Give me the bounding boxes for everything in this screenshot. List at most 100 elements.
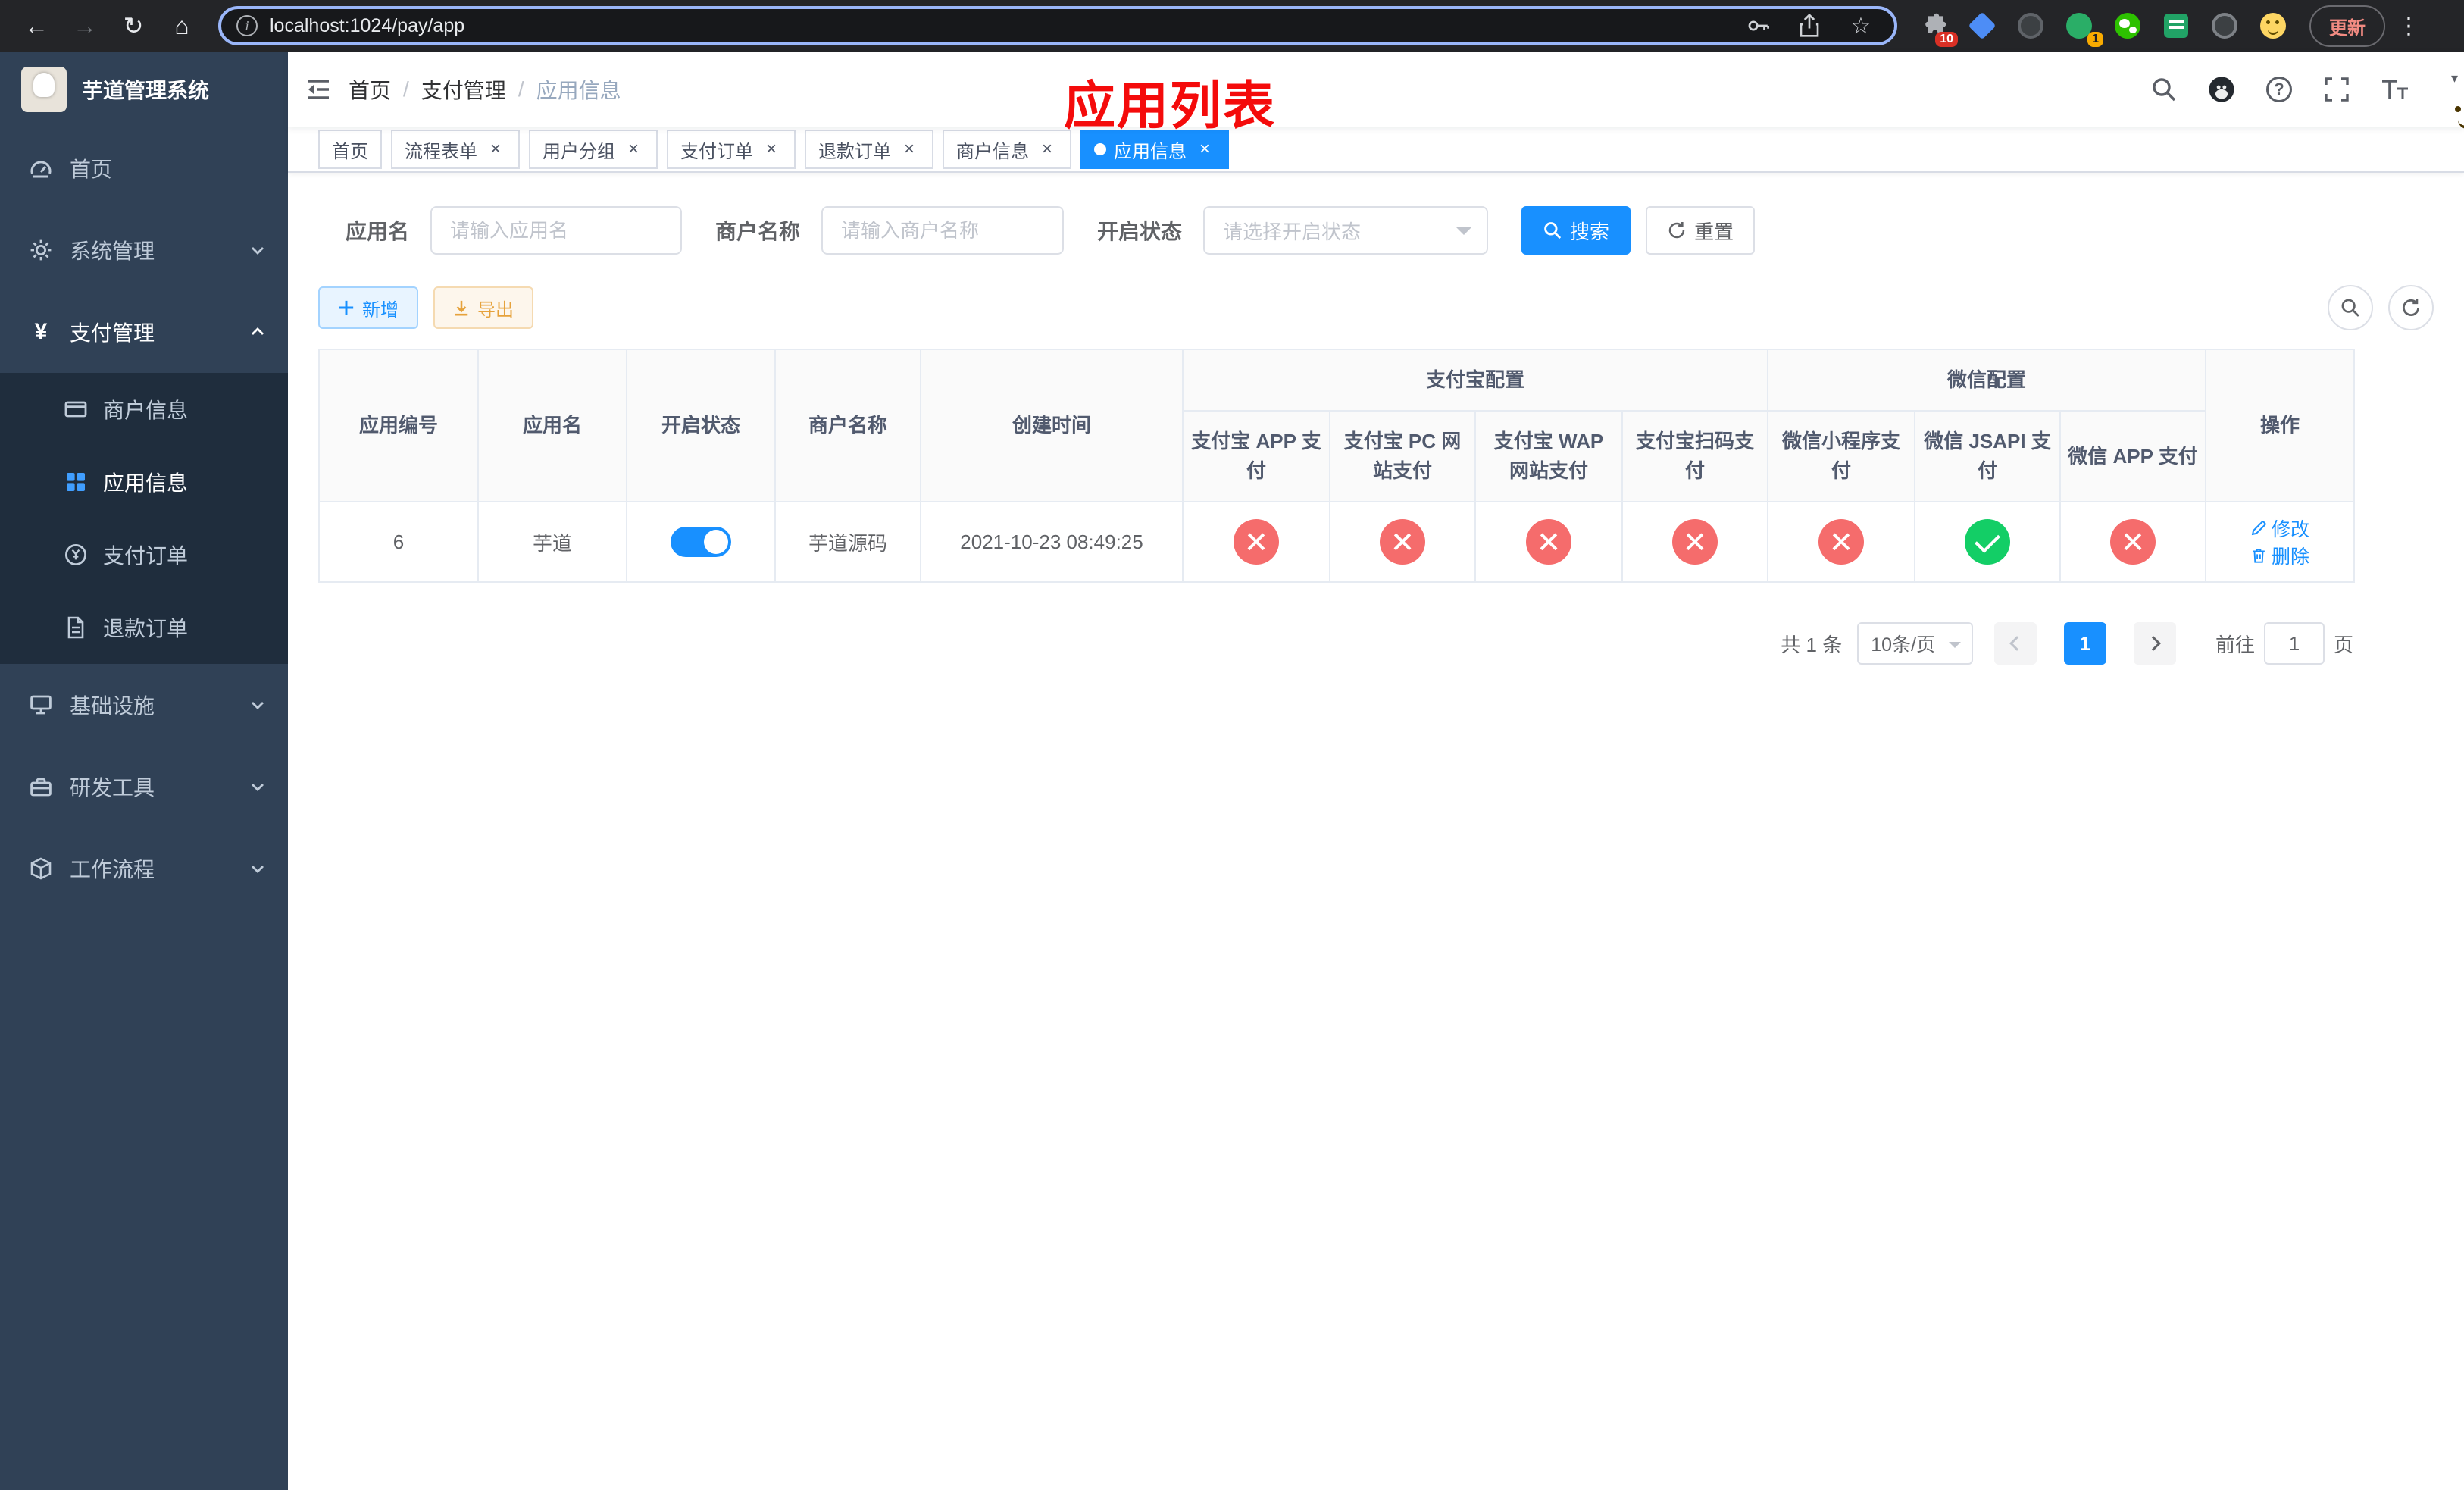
font-size-icon[interactable]: [2376, 71, 2412, 108]
sidebar-item-workflow[interactable]: 工作流程: [0, 828, 288, 909]
breadcrumb-payment[interactable]: 支付管理: [421, 74, 506, 105]
extension-dark-icon[interactable]: [2015, 11, 2046, 41]
status-toggle[interactable]: [671, 527, 731, 557]
monitor-icon: [27, 691, 55, 718]
prev-page-button[interactable]: [1993, 622, 2037, 665]
sidebar-item-app-info[interactable]: 应用信息: [0, 446, 288, 518]
browser-update-button[interactable]: 更新: [2309, 5, 2385, 47]
tab-close-icon[interactable]: ×: [761, 139, 782, 160]
page-number-1[interactable]: 1: [2063, 622, 2106, 665]
cell-app-name: 芋道: [477, 501, 627, 583]
page-size-select[interactable]: 10条/页: [1857, 622, 1973, 665]
document-icon: [64, 615, 88, 640]
export-button[interactable]: 导出: [433, 286, 533, 329]
tab-merchant-info[interactable]: 商户信息 ×: [943, 130, 1071, 169]
app-name-label: 应用名: [346, 220, 410, 243]
merchant-name-label: 商户名称: [715, 220, 801, 243]
tab-close-icon[interactable]: ×: [1037, 139, 1058, 160]
credit-card-icon: [64, 397, 88, 421]
tab-home[interactable]: 首页: [318, 130, 382, 169]
sidebar-item-home[interactable]: 首页: [0, 127, 288, 209]
goto-label: 前往: [2215, 633, 2255, 656]
tab-close-icon[interactable]: ×: [485, 139, 506, 160]
extension-notes-icon[interactable]: [2161, 11, 2191, 41]
extension-wechat-icon[interactable]: [2112, 11, 2143, 41]
tab-close-icon[interactable]: ×: [1194, 139, 1215, 160]
group-header-wechat: 微信配置: [1767, 349, 2207, 412]
tab-refund-orders[interactable]: 退款订单 ×: [805, 130, 933, 169]
tab-close-icon[interactable]: ×: [899, 139, 920, 160]
extension-green-badge-icon[interactable]: 1: [2064, 11, 2103, 47]
sidebar-item-system[interactable]: 系统管理: [0, 209, 288, 291]
col-header-alipay-qr: 支付宝扫码支付: [1621, 410, 1769, 502]
cell-alipay-wap: [1474, 501, 1623, 583]
add-button[interactable]: 新增: [318, 286, 418, 329]
toolbox-icon: [27, 773, 55, 800]
tab-close-icon[interactable]: ×: [623, 139, 644, 160]
browser-reload-button[interactable]: ↻: [112, 5, 155, 47]
tab-process-form[interactable]: 流程表单 ×: [391, 130, 520, 169]
extension-emoji-icon[interactable]: [2258, 11, 2288, 41]
edit-link[interactable]: 修改: [2250, 515, 2309, 542]
browser-menu-icon[interactable]: ⋮: [2397, 13, 2420, 39]
tab-app-info[interactable]: 应用信息 ×: [1080, 130, 1229, 169]
extensions-puzzle-icon[interactable]: 10: [1918, 11, 1958, 47]
site-info-icon[interactable]: i: [236, 15, 258, 36]
tab-payment-orders[interactable]: 支付订单 ×: [667, 130, 796, 169]
share-icon[interactable]: [1791, 8, 1828, 44]
password-key-icon[interactable]: [1740, 8, 1776, 44]
status-select[interactable]: 请选择开启状态: [1203, 206, 1489, 255]
tab-user-group[interactable]: 用户分组 ×: [529, 130, 658, 169]
goto-page-input[interactable]: [2263, 622, 2325, 665]
delete-link[interactable]: 删除: [2250, 542, 2309, 569]
extension-gem-icon[interactable]: [1967, 11, 1997, 41]
browser-forward-button[interactable]: →: [64, 5, 106, 47]
chevron-down-icon: [249, 859, 267, 878]
cell-alipay-app: [1182, 501, 1330, 583]
page-content: 应用名 商户名称 开启状态 请选择开启状态 搜索: [288, 173, 2464, 1490]
yen-icon: ¥: [34, 319, 48, 344]
breadcrumb-current: 应用信息: [536, 79, 621, 102]
help-icon[interactable]: ?: [2261, 71, 2297, 108]
chevron-down-icon: [249, 241, 267, 259]
extension-pin-icon[interactable]: [2209, 11, 2240, 41]
app-name-input[interactable]: [430, 206, 683, 255]
cell-app-id: 6: [318, 501, 479, 583]
next-page-button[interactable]: [2133, 622, 2176, 665]
search-button[interactable]: 搜索: [1521, 206, 1631, 255]
sidebar-fold-icon[interactable]: [288, 52, 349, 127]
address-bar[interactable]: i localhost:1024/pay/app ☆: [218, 6, 1897, 45]
sidebar-item-infrastructure[interactable]: 基础设施: [0, 664, 288, 746]
url-text[interactable]: localhost:1024/pay/app: [270, 15, 1740, 37]
sidebar-item-merchant-info[interactable]: 商户信息: [0, 373, 288, 446]
cell-merchant: 芋道源码: [774, 501, 921, 583]
app-logo[interactable]: 芋道管理系统: [0, 52, 288, 127]
coin-yen-icon: [64, 543, 88, 567]
cell-actions: 修改 删除: [2205, 501, 2356, 583]
github-icon[interactable]: [2203, 71, 2240, 108]
sidebar-item-payment-orders[interactable]: 支付订单: [0, 518, 288, 591]
browser-back-button[interactable]: ←: [15, 5, 58, 47]
config-status-icon: [1965, 519, 2011, 565]
bookmark-star-icon[interactable]: ☆: [1843, 8, 1879, 44]
filter-bar: 应用名 商户名称 开启状态 请选择开启状态 搜索: [318, 206, 2434, 255]
active-tab-dot: [1094, 143, 1106, 155]
breadcrumb-home[interactable]: 首页: [349, 74, 391, 105]
config-status-icon: [1672, 519, 1718, 565]
grid-icon: [64, 470, 88, 494]
fullscreen-icon[interactable]: [2319, 71, 2355, 108]
sidebar-item-refund-orders[interactable]: 退款订单: [0, 591, 288, 664]
col-header-wechat-app: 微信 APP 支付: [2059, 410, 2207, 502]
config-status-icon: [1818, 519, 1865, 565]
refresh-table-button[interactable]: [2388, 285, 2434, 330]
merchant-name-input[interactable]: [821, 206, 1065, 255]
browser-home-button[interactable]: ⌂: [161, 5, 203, 47]
reset-button[interactable]: 重置: [1646, 206, 1756, 255]
table-row: 6 芋道 芋道源码 2021-10-23 08:49:25 修改 删除: [318, 501, 2356, 583]
col-header-alipay-wap: 支付宝 WAP 网站支付: [1474, 410, 1623, 502]
sidebar-item-payment[interactable]: ¥ 支付管理: [0, 291, 288, 373]
header-search-icon[interactable]: [2146, 71, 2182, 108]
sidebar-item-dev-tools[interactable]: 研发工具: [0, 746, 288, 828]
toggle-search-button[interactable]: [2328, 285, 2373, 330]
cube-icon: [27, 855, 55, 882]
